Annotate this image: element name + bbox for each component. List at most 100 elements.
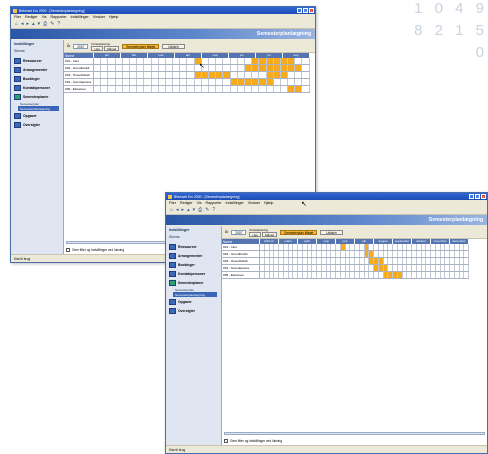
grid-cell[interactable] bbox=[209, 65, 217, 71]
grid-cell[interactable] bbox=[116, 58, 123, 64]
app-window-front[interactable]: Birkerød Kro 2000 - [Semesterplanlægning… bbox=[165, 192, 488, 454]
grid-cell[interactable] bbox=[281, 86, 289, 92]
grid-cell[interactable] bbox=[238, 65, 245, 71]
menu-item[interactable]: Vis bbox=[42, 15, 47, 19]
planned-cell[interactable] bbox=[280, 65, 289, 71]
sidebar-item-kontaktpersoner[interactable]: Kontaktpersoner bbox=[11, 83, 63, 92]
sidebar-item-opgaver[interactable]: Opgaver bbox=[166, 297, 221, 306]
grid-cell[interactable] bbox=[238, 58, 245, 64]
planned-cell[interactable] bbox=[266, 65, 274, 71]
sidebar-item-semesterplaner[interactable]: Semesterplaner bbox=[11, 92, 63, 101]
grid-cell[interactable] bbox=[288, 72, 296, 78]
grid-cell[interactable] bbox=[302, 65, 310, 71]
grid-cell[interactable] bbox=[202, 86, 209, 92]
grid-cell[interactable] bbox=[159, 58, 166, 64]
grid-cell[interactable] bbox=[123, 79, 130, 85]
grid-cell[interactable] bbox=[231, 65, 238, 71]
table-row[interactable]: 001 - Intro bbox=[64, 58, 310, 65]
grid-cell[interactable] bbox=[159, 65, 166, 71]
period-week-button[interactable]: Uge bbox=[91, 46, 103, 51]
planned-cell[interactable] bbox=[244, 79, 253, 85]
grid-cell[interactable] bbox=[187, 79, 195, 85]
grid-cell[interactable] bbox=[187, 72, 195, 78]
planned-cell[interactable] bbox=[230, 79, 238, 85]
grid-cell[interactable] bbox=[464, 272, 469, 278]
grid-cell[interactable] bbox=[166, 65, 174, 71]
grid-cell[interactable] bbox=[267, 86, 274, 92]
table-row[interactable]: 002 - Grundforløb bbox=[222, 251, 469, 258]
semesterplan-button[interactable]: Semesterplan tilføjet bbox=[280, 229, 318, 235]
forward-icon[interactable]: ▸ bbox=[182, 207, 185, 213]
down-icon[interactable]: ▾ bbox=[193, 207, 196, 213]
menu-item[interactable]: Indstillinger bbox=[226, 201, 244, 205]
grid-cell[interactable] bbox=[295, 72, 303, 78]
grid-cell[interactable] bbox=[173, 65, 181, 71]
table-row[interactable]: 003 - Hovedforløb bbox=[222, 258, 469, 265]
grid-cell[interactable] bbox=[144, 72, 152, 78]
back-icon[interactable]: ◂ bbox=[21, 21, 24, 27]
grid-cell[interactable] bbox=[302, 72, 310, 78]
grid-cell[interactable] bbox=[216, 86, 224, 92]
grid-cell[interactable] bbox=[108, 86, 116, 92]
table-row[interactable]: 001 - Intro bbox=[222, 244, 469, 251]
sidebar-item-bookinger[interactable]: Bookinger bbox=[166, 260, 221, 269]
grid-cell[interactable] bbox=[152, 79, 159, 85]
grid-cell[interactable] bbox=[123, 86, 130, 92]
menu-item[interactable]: Vis bbox=[197, 201, 202, 205]
table-row[interactable]: 002 - Grundforløb bbox=[64, 65, 310, 72]
grid-cell[interactable] bbox=[295, 79, 303, 85]
semesterplan-button[interactable]: Semesterplan tilføjet bbox=[122, 43, 160, 49]
grid-cell[interactable] bbox=[464, 244, 469, 250]
back-icon[interactable]: ◂ bbox=[176, 207, 179, 213]
checkbox-icon[interactable] bbox=[224, 439, 228, 443]
planned-cell[interactable] bbox=[295, 86, 303, 92]
grid-cell[interactable] bbox=[231, 58, 238, 64]
grid-cell[interactable] bbox=[223, 65, 231, 71]
grid-cell[interactable] bbox=[166, 79, 174, 85]
title-bar[interactable]: Birkerød Kro 2000 - [Semesterplanlægning… bbox=[166, 193, 487, 200]
grid-cell[interactable] bbox=[223, 79, 231, 85]
grid-cell[interactable] bbox=[173, 58, 181, 64]
home-icon[interactable]: ⌂ bbox=[15, 21, 18, 27]
grid-cell[interactable] bbox=[159, 79, 166, 85]
grid-cell[interactable] bbox=[144, 79, 152, 85]
grid-cell[interactable] bbox=[288, 79, 296, 85]
down-icon[interactable]: ▾ bbox=[38, 21, 41, 27]
planned-cell[interactable] bbox=[252, 65, 260, 71]
grid-cell[interactable] bbox=[302, 86, 310, 92]
sidebar-item-opgaver[interactable]: Opgaver bbox=[11, 111, 63, 120]
sidebar-sub[interactable]: Skema bbox=[166, 234, 221, 242]
forward-icon[interactable]: ▸ bbox=[27, 21, 30, 27]
grid-cell[interactable] bbox=[159, 86, 166, 92]
table-row[interactable]: 005 - Eksamen bbox=[64, 86, 310, 93]
grid-cell[interactable] bbox=[223, 86, 231, 92]
grid-cell[interactable] bbox=[152, 65, 159, 71]
grid-cell[interactable] bbox=[144, 58, 152, 64]
table-row[interactable]: 003 - Hovedforløb bbox=[64, 72, 310, 79]
grid-cell[interactable] bbox=[464, 251, 469, 257]
grid-cell[interactable] bbox=[116, 65, 123, 71]
grid-cell[interactable] bbox=[295, 58, 303, 64]
print-button[interactable]: Udskriv bbox=[320, 229, 343, 235]
menu-item[interactable]: Hjælp bbox=[264, 201, 273, 205]
sidebar-head[interactable]: Indstillinger bbox=[11, 40, 63, 48]
planned-cell[interactable] bbox=[266, 72, 274, 78]
sidebar-item-arrangementer[interactable]: Arrangementer bbox=[11, 65, 63, 74]
planned-cell[interactable] bbox=[259, 79, 267, 85]
grid-cell[interactable] bbox=[108, 79, 116, 85]
grid-cell[interactable] bbox=[94, 72, 102, 78]
planned-cell[interactable] bbox=[273, 58, 281, 64]
edit-icon[interactable]: ✎ bbox=[205, 207, 209, 213]
grid-cell[interactable] bbox=[137, 72, 145, 78]
grid-cell[interactable] bbox=[166, 86, 174, 92]
grid-cell[interactable] bbox=[94, 65, 102, 71]
grid-cell[interactable] bbox=[180, 58, 188, 64]
planned-cell[interactable] bbox=[273, 72, 281, 78]
sidebar-sub[interactable]: Skema bbox=[11, 48, 63, 56]
grid-cell[interactable] bbox=[209, 58, 217, 64]
grid-cell[interactable] bbox=[137, 79, 145, 85]
grid-cell[interactable] bbox=[202, 79, 209, 85]
menu-item[interactable]: Filer bbox=[14, 15, 21, 19]
grid-cell[interactable] bbox=[252, 86, 260, 92]
grid-cell[interactable] bbox=[245, 58, 253, 64]
